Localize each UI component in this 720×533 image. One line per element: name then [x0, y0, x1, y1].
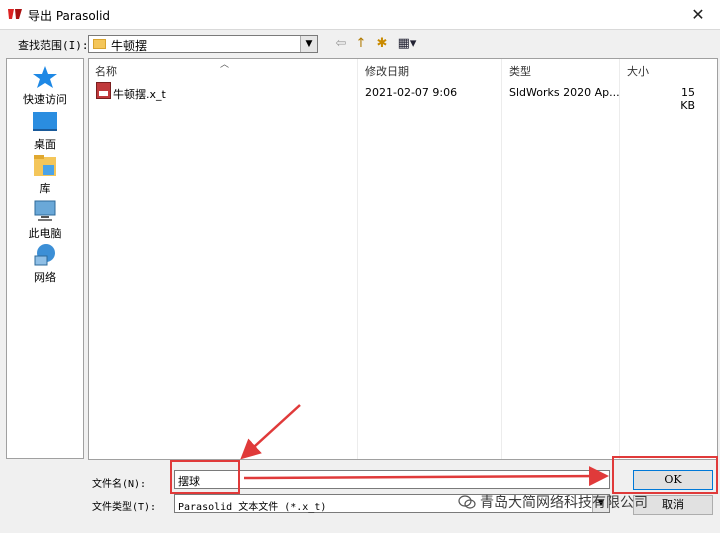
column-header-date[interactable]: 修改日期	[365, 63, 409, 79]
filetype-label: 文件类型(T):	[92, 502, 157, 513]
file-name[interactable]: 牛顿摆.x_t	[113, 86, 166, 102]
place-desktop[interactable]: 桌面	[7, 109, 83, 152]
star-icon	[31, 64, 59, 90]
solidworks-logo-icon	[8, 9, 22, 19]
close-icon: ✕	[691, 5, 705, 24]
places-bar: 快速访问 桌面 库 此电脑 网络	[6, 58, 84, 459]
place-label: 此电脑	[28, 227, 62, 240]
column-divider	[357, 59, 358, 459]
file-size: 15 KB	[680, 86, 695, 112]
ok-highlight-box	[612, 456, 718, 494]
lookin-value: 牛顿摆	[111, 39, 148, 53]
column-divider	[501, 59, 502, 459]
place-label: 库	[39, 182, 51, 195]
view-menu-icon[interactable]: ▦▾	[394, 35, 420, 53]
window-title: 导出 Parasolid	[28, 9, 111, 23]
up-folder-icon[interactable]: ↑	[353, 35, 369, 53]
column-header-size[interactable]: 大小	[627, 63, 649, 79]
back-icon[interactable]: ⇦	[333, 35, 349, 53]
chevron-down-icon[interactable]: ▼	[300, 36, 317, 52]
new-folder-icon[interactable]: ✱	[373, 35, 391, 53]
file-type: SldWorks 2020 Ap...	[509, 86, 620, 99]
computer-icon	[31, 198, 59, 224]
parasolid-file-icon	[96, 82, 111, 99]
place-library[interactable]: 库	[7, 153, 83, 196]
close-button[interactable]: ✕	[676, 0, 720, 29]
library-icon	[31, 153, 59, 179]
column-header-type[interactable]: 类型	[509, 63, 531, 79]
column-divider	[619, 59, 620, 459]
lookin-dropdown[interactable]: 牛顿摆 ▼	[88, 35, 318, 53]
wechat-icon	[458, 495, 476, 509]
column-header-name[interactable]: 名称	[95, 63, 117, 79]
place-label: 桌面	[34, 138, 56, 151]
lookin-label: 查找范围(I):	[18, 39, 89, 52]
place-network[interactable]: 网络	[7, 242, 83, 285]
filetype-value: Parasolid 文本文件 (*.x_t)	[178, 502, 327, 513]
place-label: 快速访问	[23, 93, 67, 106]
place-quick-access[interactable]: 快速访问	[7, 64, 83, 107]
watermark-text: 青岛大简网络科技有限公司	[480, 495, 648, 511]
file-date: 2021-02-07 9:06	[365, 86, 458, 99]
sort-ascending-icon: ︿	[220, 60, 230, 70]
title-bar: 导出 Parasolid ✕	[0, 0, 720, 30]
filename-highlight-box	[170, 460, 240, 494]
file-list[interactable]: ︿ 名称 修改日期 类型 大小 牛顿摆.x_t 2021-02-07 9:06 …	[88, 58, 718, 460]
network-icon	[31, 242, 59, 268]
folder-icon	[93, 39, 106, 49]
place-label: 网络	[34, 271, 56, 284]
place-this-pc[interactable]: 此电脑	[7, 198, 83, 241]
filename-label: 文件名(N):	[92, 479, 147, 490]
desktop-icon	[31, 109, 59, 135]
